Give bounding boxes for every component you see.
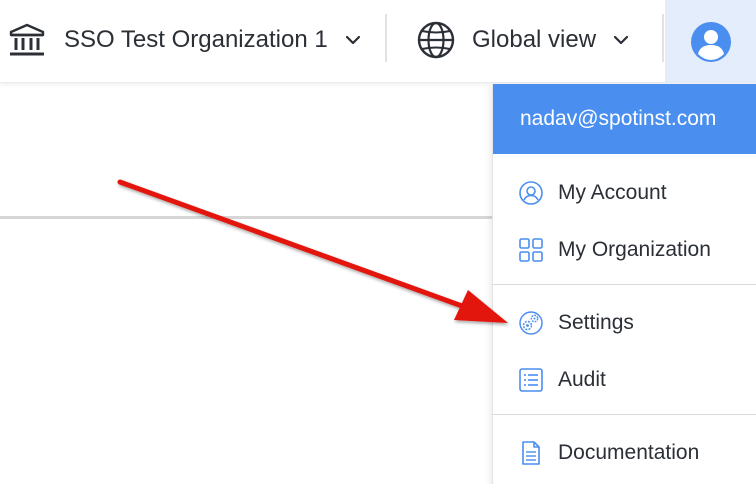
topbar-divider (662, 14, 664, 62)
menu-item-label: Settings (558, 310, 634, 334)
organization-selector[interactable]: SSO Test Organization 1 (8, 18, 362, 62)
menu-item-label: My Account (558, 180, 667, 204)
globe-icon (417, 21, 455, 59)
user-email: nadav@spotinst.com (520, 107, 717, 130)
user-avatar-button[interactable] (665, 0, 756, 83)
menu-item-label: My Organization (558, 237, 711, 261)
chevron-down-icon (345, 35, 360, 45)
topbar-divider (385, 14, 387, 62)
menu-item-my-account[interactable]: My Account (493, 164, 756, 221)
account-icon (519, 180, 543, 205)
organization-name: SSO Test Organization 1 (64, 26, 328, 53)
top-bar: SSO Test Organization 1 Global view (0, 0, 756, 83)
user-email-header: nadav@spotinst.com (493, 84, 756, 154)
menu-item-settings[interactable]: Settings (493, 294, 756, 351)
organization-grid-icon (519, 237, 543, 262)
menu-item-label: Audit (558, 367, 606, 391)
document-icon (522, 440, 540, 465)
menu-item-my-organization[interactable]: My Organization (493, 221, 756, 278)
bank-icon (9, 23, 45, 56)
settings-gear-icon (519, 310, 543, 335)
content-divider (0, 216, 500, 219)
menu-item-audit[interactable]: Audit (493, 351, 756, 408)
menu-item-documentation[interactable]: Documentation (493, 424, 756, 481)
chevron-down-icon (613, 35, 629, 45)
user-avatar-icon (690, 21, 731, 62)
menu-item-label: Documentation (558, 440, 700, 464)
user-menu-dropdown: nadav@spotinst.com My Account My Organiz… (492, 84, 756, 484)
view-name: Global view (472, 26, 597, 53)
view-selector[interactable]: Global view (416, 18, 630, 62)
audit-list-icon (519, 367, 543, 392)
